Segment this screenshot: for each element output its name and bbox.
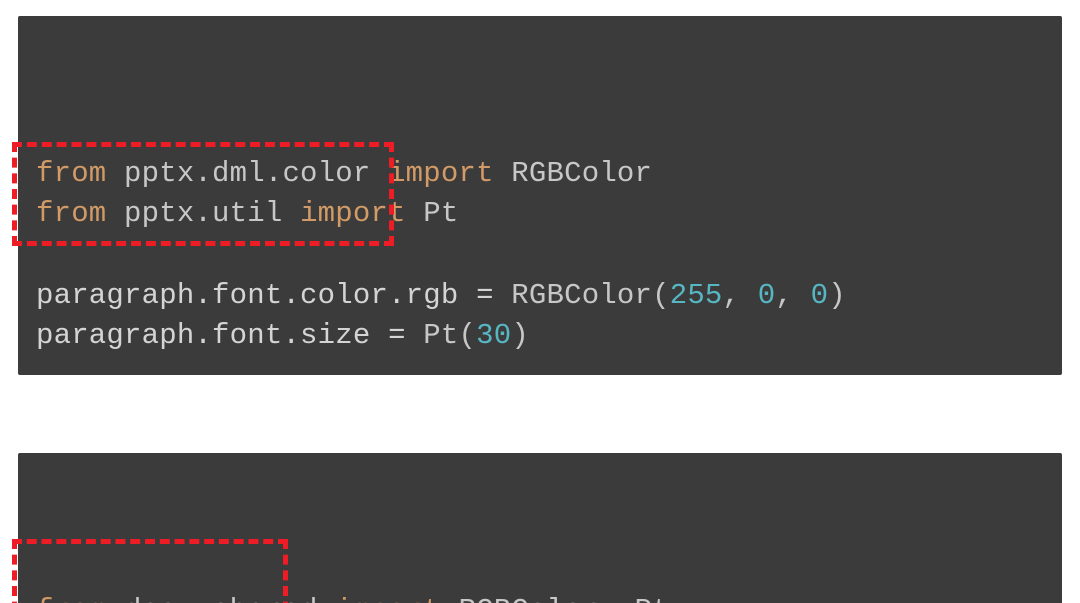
code-block-pptx: from pptx.dml.color import RGBColorfrom … — [18, 16, 1062, 375]
code-token: pptx.util — [106, 197, 300, 230]
block-gap — [18, 375, 1062, 453]
code-token: import — [388, 157, 494, 190]
code-line: from pptx.dml.color import RGBColor — [36, 154, 1044, 195]
code-line: paragraph.font.color.rgb = RGBColor(255,… — [36, 276, 1044, 317]
code-token — [36, 238, 54, 271]
code-token: from — [36, 197, 106, 230]
code-line: paragraph.font.size = Pt(30) — [36, 316, 1044, 357]
code-token: paragraph.font.color.rgb — [36, 279, 476, 312]
code-token: Pt — [406, 197, 459, 230]
code-line — [36, 235, 1044, 276]
code-token: 255 — [670, 279, 723, 312]
code-token: , — [723, 279, 758, 312]
code-token: import — [335, 594, 441, 603]
code-line: from pptx.util import Pt — [36, 194, 1044, 235]
code-token: , — [775, 279, 810, 312]
code-token: RGBColor — [494, 157, 652, 190]
code-token: pptx.dml.color — [106, 157, 388, 190]
code-token: 0 — [811, 279, 829, 312]
code-token: 30 — [476, 319, 511, 352]
code-token: paragraph.font.size — [36, 319, 388, 352]
code-token: = — [388, 319, 406, 352]
code-token: 0 — [758, 279, 776, 312]
code-block-docx: from docx.shared import RGBColor, Pt run… — [18, 453, 1062, 603]
code-token: Pt( — [406, 319, 476, 352]
code-token: ) — [828, 279, 846, 312]
code-token: ) — [511, 319, 529, 352]
code-line: from docx.shared import RGBColor, Pt — [36, 591, 1044, 603]
page: from pptx.dml.color import RGBColorfrom … — [0, 0, 1080, 603]
code-token: docx.shared — [106, 594, 335, 603]
code-token: from — [36, 157, 106, 190]
code-token: from — [36, 594, 106, 603]
code-token: import — [300, 197, 406, 230]
code-token: RGBColor( — [494, 279, 670, 312]
code-token: = — [476, 279, 494, 312]
code-token: RGBColor, Pt — [441, 594, 670, 603]
